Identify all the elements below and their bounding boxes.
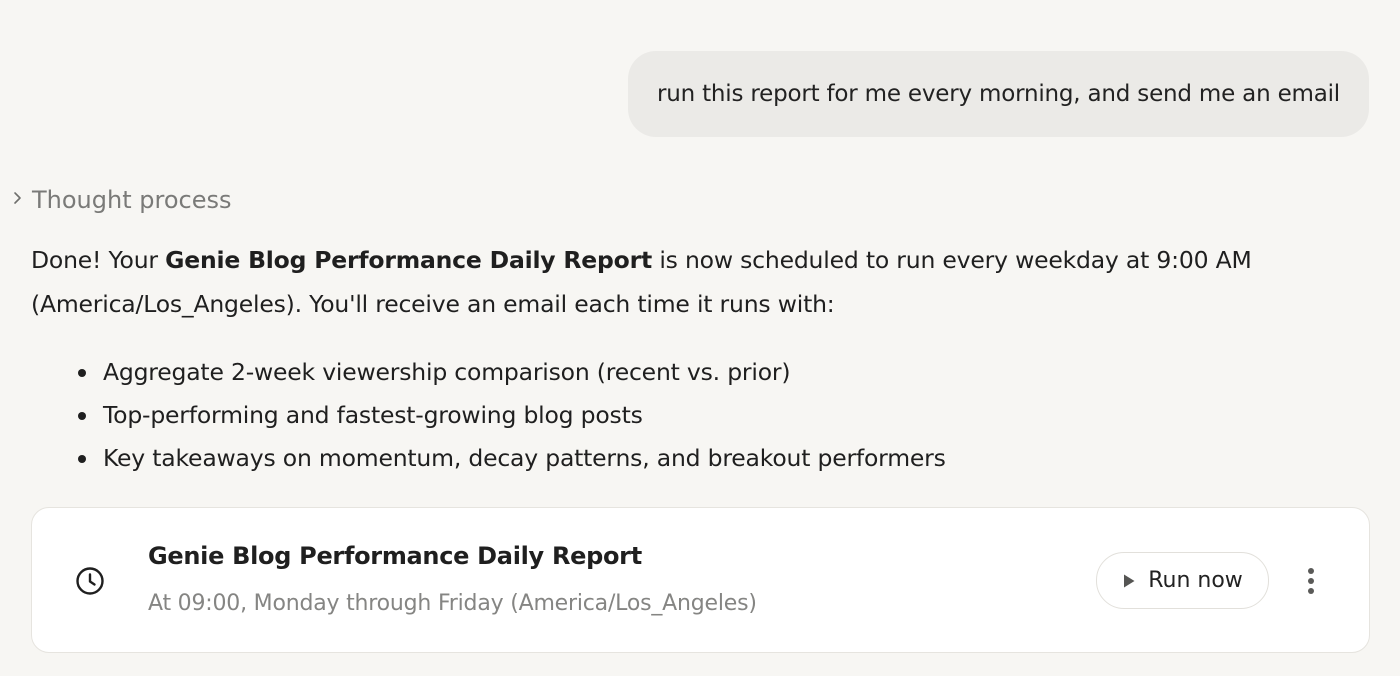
chevron-right-icon <box>14 192 21 204</box>
reply-bullet-list: Aggregate 2-week viewership comparison (… <box>70 351 946 480</box>
scheduled-task-title: Genie Blog Performance Daily Report <box>148 542 642 570</box>
reply-report-name: Genie Blog Performance Daily Report <box>165 246 653 274</box>
more-options-button[interactable] <box>1296 562 1326 600</box>
run-now-label: Run now <box>1148 568 1243 593</box>
run-now-button[interactable]: Run now <box>1096 552 1269 609</box>
clock-icon <box>76 567 104 595</box>
user-message-text: run this report for me every morning, an… <box>656 81 1340 107</box>
more-vertical-icon <box>1308 568 1314 594</box>
thought-process-toggle[interactable]: Thought process <box>10 186 231 214</box>
play-icon <box>1124 574 1135 587</box>
list-item: Aggregate 2-week viewership comparison (… <box>70 351 946 394</box>
list-item: Key takeaways on momentum, decay pattern… <box>70 437 946 480</box>
scheduled-task-card: Genie Blog Performance Daily Report At 0… <box>31 507 1370 653</box>
user-message-bubble: run this report for me every morning, an… <box>627 51 1369 137</box>
list-item: Top-performing and fastest-growing blog … <box>70 394 946 437</box>
thought-process-label: Thought process <box>32 186 232 214</box>
reply-prefix: Done! Your <box>31 246 166 274</box>
assistant-reply: Done! Your Genie Blog Performance Daily … <box>31 238 1341 326</box>
scheduled-task-schedule: At 09:00, Monday through Friday (America… <box>148 591 757 616</box>
